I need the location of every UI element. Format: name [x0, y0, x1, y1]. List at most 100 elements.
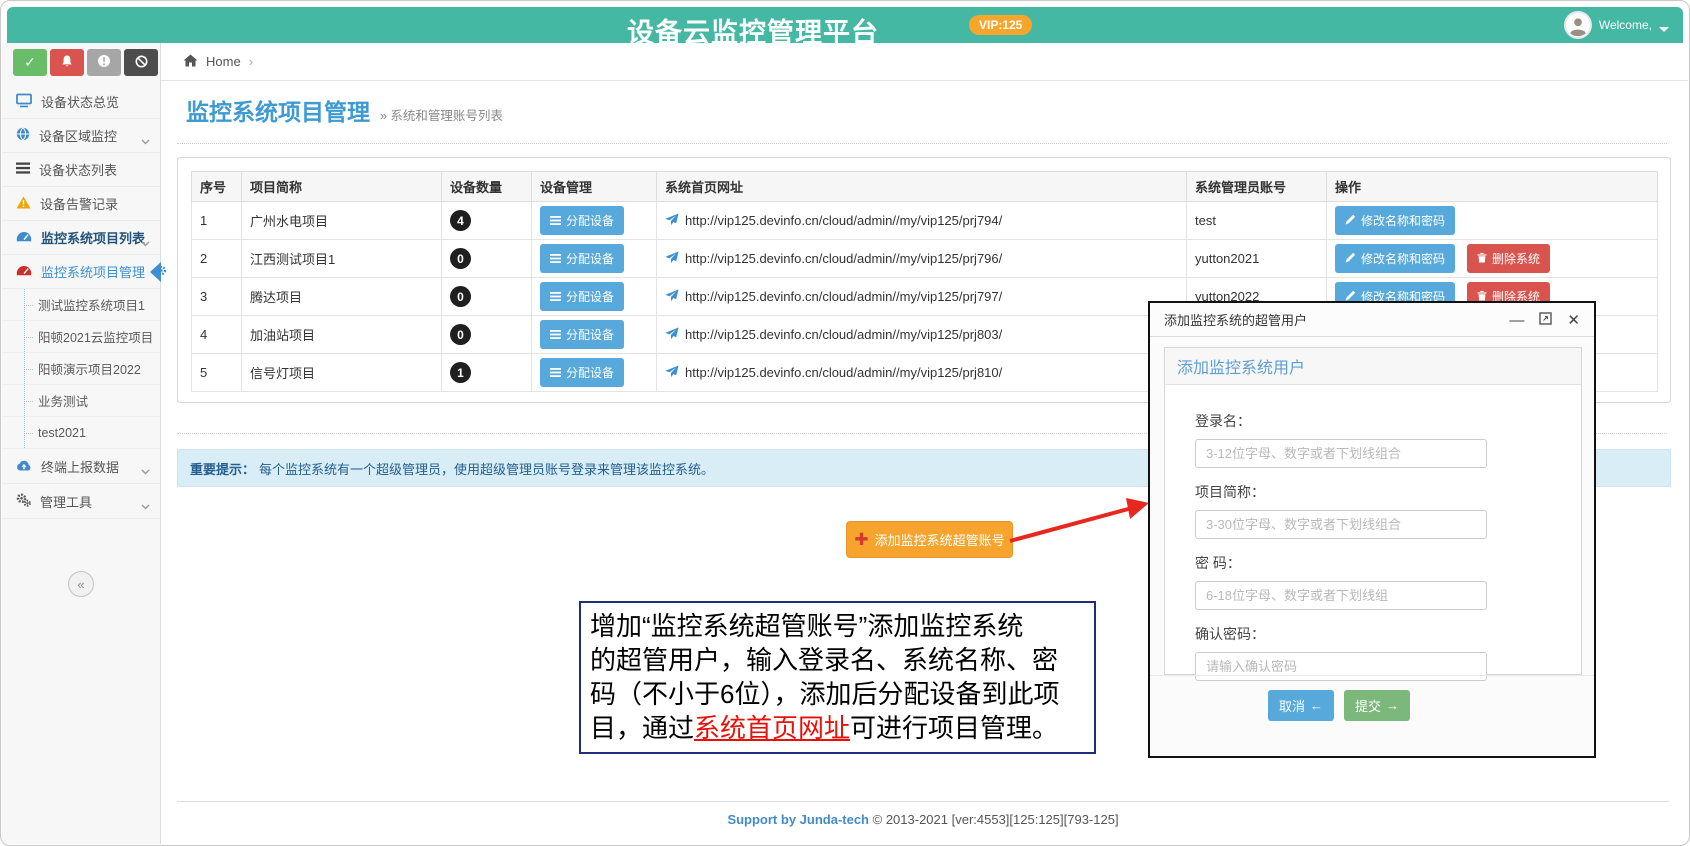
- minimize-icon[interactable]: —: [1509, 313, 1524, 328]
- assign-devices-button[interactable]: 分配设备: [540, 282, 624, 311]
- add-super-admin-button[interactable]: ✚ 添加监控系统超管账号: [846, 521, 1013, 558]
- login-name-label: 登录名：: [1195, 411, 1581, 431]
- edit-name-password-button[interactable]: 修改名称和密码: [1335, 244, 1455, 273]
- col-header-no: 序号: [192, 172, 242, 202]
- cancel-button[interactable]: 取消←: [1268, 690, 1334, 721]
- project-url-link[interactable]: http://vip125.devinfo.cn/cloud/admin//my…: [685, 327, 1002, 342]
- cell-actions: 修改名称和密码: [1327, 202, 1658, 240]
- add-super-admin-label: 添加监控系统超管账号: [875, 530, 1005, 549]
- quick-toolbar: ✓: [13, 49, 159, 76]
- assign-devices-button[interactable]: 分配设备: [540, 320, 624, 349]
- project-name-field-group: 项目简称：: [1195, 482, 1581, 539]
- cell-url: http://vip125.devinfo.cn/cloud/admin//my…: [657, 354, 1187, 392]
- alarm-bell-button[interactable]: [50, 49, 84, 76]
- project-url-link[interactable]: http://vip125.devinfo.cn/cloud/admin//my…: [685, 251, 1002, 266]
- chevron-down-icon[interactable]: [1659, 27, 1669, 32]
- sidebar-subitem-yangdun-2021[interactable]: 阳顿2021云监控项目: [2, 321, 160, 353]
- cell-no: 2: [192, 240, 242, 278]
- user-menu[interactable]: Welcome,: [1564, 11, 1669, 39]
- sidebar-subitem-test2021[interactable]: test2021: [2, 417, 160, 449]
- red-arrow: [1004, 493, 1154, 551]
- expand-icon[interactable]: [1539, 312, 1552, 328]
- chevron-down-icon: [141, 235, 150, 250]
- sidebar-subitem-label: 测试监控系统项目1: [38, 295, 145, 314]
- sidebar-item-device-status-overview[interactable]: 设备状态总览: [2, 85, 160, 119]
- cell-manage: 分配设备: [532, 316, 657, 354]
- sidebar-item-terminal-report-data[interactable]: 终端上报数据: [2, 449, 160, 484]
- sidebar-subitem-label: 阳顿演示项目2022: [38, 359, 141, 378]
- submit-button[interactable]: 提交→: [1344, 690, 1410, 721]
- trash-icon: [1477, 252, 1487, 266]
- page-title: 监控系统项目管理: [186, 93, 370, 127]
- cell-device-count: 0: [442, 278, 532, 316]
- modal-form-panel: 添加监控系统用户 登录名： 项目简称： 密 码： 确认密码：: [1164, 347, 1582, 675]
- list-icon: [550, 290, 561, 304]
- paper-plane-icon: [665, 289, 679, 305]
- modal-titlebar[interactable]: 添加监控系统的超管用户 — ✕: [1150, 303, 1594, 337]
- sidebar-subitem-business-test[interactable]: 业务测试: [2, 385, 160, 417]
- chevron-down-icon: [141, 133, 150, 148]
- sidebar-subitem-yangdun-demo-2022[interactable]: 阳顿演示项目2022: [2, 353, 160, 385]
- sidebar-item-label: 监控系统项目列表: [41, 228, 145, 247]
- count-badge: 4: [450, 210, 471, 231]
- sidebar-item-monitor-project-list[interactable]: 监控系统项目列表: [2, 221, 160, 255]
- sidebar-item-device-status-list[interactable]: 设备状态列表: [2, 153, 160, 187]
- table-header-row: 序号 项目简称 设备数量 设备管理 系统首页网址 系统管理员账号 操作: [192, 172, 1658, 202]
- cell-url: http://vip125.devinfo.cn/cloud/admin//my…: [657, 240, 1187, 278]
- cell-manage: 分配设备: [532, 240, 657, 278]
- home-icon[interactable]: [183, 54, 198, 70]
- annotation-line1: 增加“监控系统超管账号”添加监控系统: [590, 611, 1023, 641]
- gears-icon: [16, 493, 31, 510]
- list-icon: [550, 252, 561, 266]
- arrow-left-icon: ←: [1310, 698, 1323, 713]
- sidebar-item-monitor-project-manage[interactable]: 监控系统项目管理: [2, 255, 160, 289]
- page-subtitle: » 系统和管理账号列表: [380, 105, 503, 124]
- page-header: 监控系统项目管理 » 系统和管理账号列表: [186, 93, 503, 127]
- login-name-input[interactable]: [1195, 439, 1487, 468]
- top-header-bar: 设备云监控管理平台 VIP:125 Welcome,: [7, 7, 1683, 43]
- edit-name-password-button[interactable]: 修改名称和密码: [1335, 206, 1455, 235]
- ban-button[interactable]: [124, 49, 158, 76]
- bell-icon: [61, 55, 73, 71]
- check-button[interactable]: ✓: [13, 49, 47, 76]
- project-url-link[interactable]: http://vip125.devinfo.cn/cloud/admin//my…: [685, 289, 1002, 304]
- assign-devices-button[interactable]: 分配设备: [540, 206, 624, 235]
- add-super-admin-modal: 添加监控系统的超管用户 — ✕ 添加监控系统用户 登录名： 项目简称： 密 码：: [1148, 301, 1596, 758]
- footer-brand[interactable]: Support by Junda-tech: [727, 812, 869, 827]
- sidebar-subitem-test-monitor-project1[interactable]: 测试监控系统项目1: [2, 289, 160, 321]
- check-icon: ✓: [24, 54, 36, 71]
- exclamation-button[interactable]: [87, 49, 121, 76]
- annotation-line4-pre: 目，通过: [590, 713, 694, 743]
- breadcrumb-home[interactable]: Home: [206, 54, 241, 69]
- delete-system-button[interactable]: 删除系统: [1467, 244, 1550, 273]
- annotation-red-link: 系统首页网址: [694, 713, 850, 743]
- sidebar-item-device-region-monitor[interactable]: 设备区域监控: [2, 119, 160, 153]
- project-name-input[interactable]: [1195, 510, 1487, 539]
- sidebar-item-admin-tools[interactable]: 管理工具: [2, 484, 160, 519]
- annotation-line3: 码（不小于6位），添加后分配设备到此项: [590, 679, 1059, 709]
- arrow-right-icon: →: [1386, 698, 1399, 713]
- project-url-link[interactable]: http://vip125.devinfo.cn/cloud/admin//my…: [685, 213, 1002, 228]
- sidebar-collapse-button[interactable]: «: [68, 571, 94, 597]
- cell-manage: 分配设备: [532, 278, 657, 316]
- footer-meta: © 2013-2021 [ver:4553][125:125][793-125]: [873, 812, 1119, 827]
- paper-plane-icon: [665, 327, 679, 343]
- globe-icon: [16, 127, 30, 144]
- cell-project-name: 腾达项目: [242, 278, 442, 316]
- cell-no: 1: [192, 202, 242, 240]
- password-label: 密 码：: [1195, 553, 1581, 573]
- sidebar-item-device-alarm-records[interactable]: 设备告警记录: [2, 187, 160, 221]
- close-icon[interactable]: ✕: [1567, 313, 1580, 328]
- password-input[interactable]: [1195, 581, 1487, 610]
- modal-title: 添加监控系统的超管用户: [1164, 310, 1307, 329]
- pencil-icon: [1345, 214, 1356, 228]
- cell-manage: 分配设备: [532, 354, 657, 392]
- table-row: 2 江西测试项目1 0 分配设备 http://vip125.devinfo.c…: [192, 240, 1658, 278]
- assign-devices-button[interactable]: 分配设备: [540, 358, 624, 387]
- project-url-link[interactable]: http://vip125.devinfo.cn/cloud/admin//my…: [685, 365, 1002, 380]
- confirm-password-label: 确认密码：: [1195, 624, 1581, 644]
- cell-admin: yutton2021: [1187, 240, 1327, 278]
- assign-devices-button[interactable]: 分配设备: [540, 244, 624, 273]
- warning-triangle-icon: [16, 196, 31, 212]
- breadcrumb: Home ›: [183, 54, 253, 70]
